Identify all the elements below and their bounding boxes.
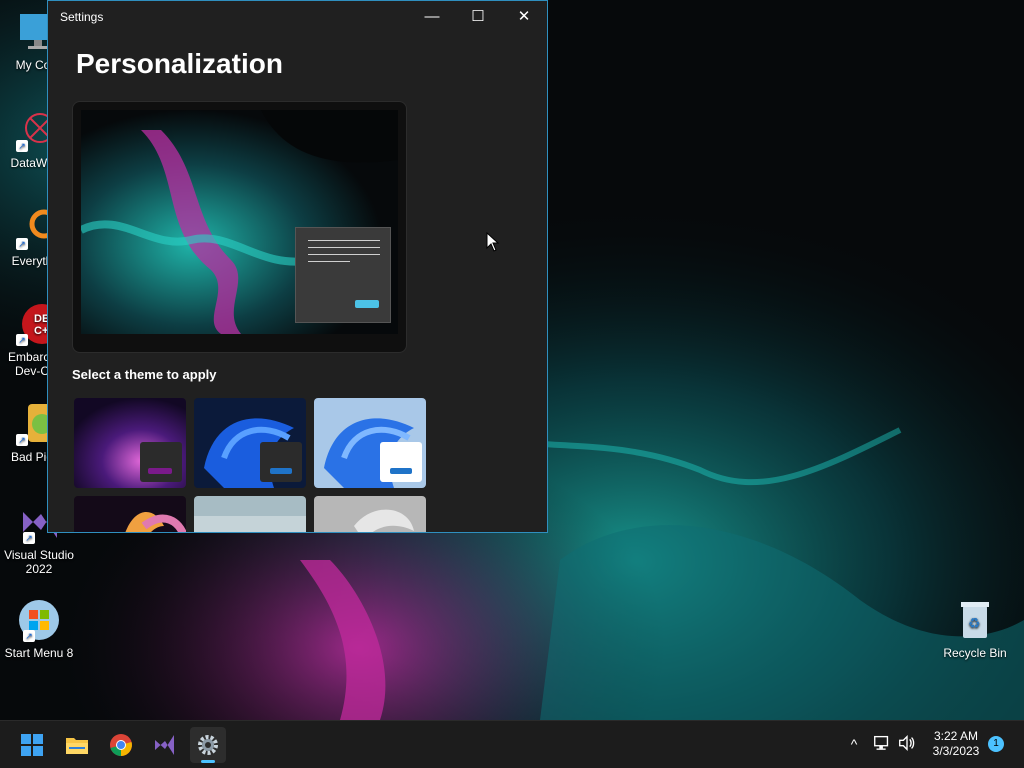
shortcut-arrow-icon: ↗ bbox=[16, 140, 28, 152]
theme-tile-windows-light[interactable] bbox=[314, 398, 426, 488]
desktop-icon-label: Recycle Bin bbox=[943, 646, 1007, 660]
desktop-icon-start-menu-8[interactable]: ↗ Start Menu 8 bbox=[0, 598, 79, 660]
shortcut-arrow-icon: ↗ bbox=[23, 532, 35, 544]
theme-tile-flow[interactable] bbox=[314, 496, 426, 532]
clock-time: 3:22 AM bbox=[933, 729, 979, 743]
preview-accent-button bbox=[355, 300, 379, 308]
settings-gear-icon bbox=[198, 735, 218, 755]
theme-preview bbox=[72, 101, 407, 353]
shortcut-arrow-icon: ↗ bbox=[16, 334, 28, 346]
shortcut-arrow-icon: ↗ bbox=[16, 434, 28, 446]
theme-section-heading: Select a theme to apply bbox=[72, 367, 217, 382]
preview-line bbox=[308, 240, 380, 241]
mouse-cursor-icon bbox=[486, 231, 500, 252]
start-menu-8-icon: ↗ bbox=[17, 598, 61, 642]
theme-tile-glow[interactable] bbox=[74, 398, 186, 488]
theme-tile-captured-motion[interactable] bbox=[74, 496, 186, 532]
visual-studio-icon bbox=[155, 735, 174, 755]
clock-date: 3/3/2023 bbox=[932, 744, 980, 758]
window-titlebar[interactable]: Settings — ☐ ✕ bbox=[48, 1, 547, 33]
chrome-icon bbox=[110, 734, 132, 756]
theme-tile-windows-dark[interactable] bbox=[194, 398, 306, 488]
theme-tile-sunrise[interactable] bbox=[194, 496, 306, 532]
preview-line bbox=[308, 261, 350, 262]
show-hidden-icons-chevron-icon[interactable]: ^ bbox=[843, 733, 865, 755]
notification-badge[interactable]: 1 bbox=[988, 736, 1004, 752]
recycle-bin-icon: ♻ bbox=[953, 598, 997, 642]
taskbar: ^ 3:22 AM 3/3/2023 1 bbox=[0, 720, 1024, 768]
volume-icon[interactable] bbox=[896, 733, 918, 755]
close-button[interactable]: ✕ bbox=[501, 1, 547, 33]
desktop-icon-label: Start Menu 8 bbox=[4, 646, 74, 660]
active-app-indicator bbox=[201, 760, 215, 763]
desktop-icon-label: Visual Studio 2022 bbox=[4, 548, 74, 576]
taskbar-file-explorer[interactable] bbox=[59, 727, 95, 763]
minimize-button[interactable]: — bbox=[409, 1, 455, 33]
settings-window[interactable]: Settings — ☐ ✕ Personalization Select a … bbox=[47, 0, 548, 533]
preview-line bbox=[308, 247, 380, 248]
windows-start-icon bbox=[21, 734, 43, 756]
preview-line bbox=[308, 254, 380, 255]
taskbar-chrome[interactable] bbox=[103, 727, 139, 763]
file-explorer-icon bbox=[66, 738, 88, 754]
page-title: Personalization bbox=[76, 48, 283, 79]
preview-dialog bbox=[295, 227, 391, 323]
svg-text:♻: ♻ bbox=[968, 616, 981, 632]
shortcut-arrow-icon: ↗ bbox=[23, 630, 35, 642]
window-title: Settings bbox=[60, 10, 104, 24]
taskbar-visual-studio[interactable] bbox=[147, 727, 183, 763]
network-icon[interactable] bbox=[871, 733, 893, 755]
desktop-icon-recycle-bin[interactable]: ♻ Recycle Bin bbox=[935, 598, 1015, 660]
taskbar-clock[interactable]: 3:22 AM 3/3/2023 bbox=[928, 729, 984, 759]
maximize-button[interactable]: ☐ bbox=[455, 1, 501, 33]
start-button[interactable] bbox=[14, 727, 50, 763]
taskbar-settings[interactable] bbox=[190, 727, 226, 763]
shortcut-arrow-icon: ↗ bbox=[16, 238, 28, 250]
